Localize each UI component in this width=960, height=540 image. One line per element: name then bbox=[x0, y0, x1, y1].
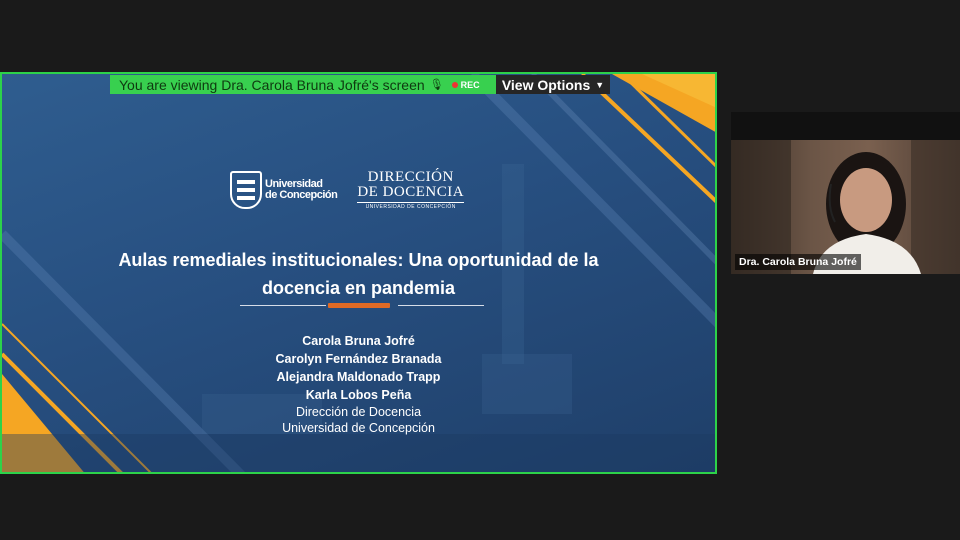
affiliation-line1: Dirección de Docencia bbox=[295, 405, 422, 419]
dd-logo-line2: DE DOCENCIA bbox=[357, 184, 465, 200]
udec-logo-line2: de Concepción bbox=[265, 189, 338, 201]
viewing-text: You are viewing Dra. Carola Bruna Jofré'… bbox=[119, 76, 425, 93]
slide-title: Aulas remediales institucionales: Una op… bbox=[2, 246, 715, 302]
chevron-down-icon: ▼ bbox=[595, 79, 605, 90]
rec-label: REC bbox=[460, 79, 480, 90]
author-name: Karla Lobos Peña bbox=[305, 388, 412, 402]
slide-authors: Carola Bruna Jofré Carolyn Fernández Bra… bbox=[2, 332, 715, 436]
affiliation-line2: Universidad de Concepción bbox=[282, 421, 435, 435]
udec-logo: Universidad de Concepción bbox=[230, 171, 338, 209]
direccion-docencia-logo: DIRECCIÓN DE DOCENCIA UNIVERSIDAD DE CON… bbox=[357, 169, 465, 210]
slide-logos: Universidad de Concepción DIRECCIÓN DE D… bbox=[230, 169, 465, 210]
author-name: Carola Bruna Jofré bbox=[302, 334, 415, 348]
shared-screen: You are viewing Dra. Carola Bruna Jofré'… bbox=[0, 72, 717, 474]
view-options-button[interactable]: View Options ▼ bbox=[496, 75, 610, 94]
dd-logo-line1: DIRECCIÓN bbox=[367, 169, 454, 185]
view-options-label: View Options bbox=[501, 76, 591, 93]
slide-title-line1: Aulas remediales institucionales: Una op… bbox=[118, 250, 599, 270]
shield-icon bbox=[230, 171, 262, 209]
mic-muted-icon: 🎙 bbox=[429, 79, 444, 91]
author-name: Alejandra Maldonado Trapp bbox=[276, 370, 441, 384]
participant-name-tag: Dra. Carola Bruna Jofré bbox=[735, 254, 861, 270]
title-divider bbox=[240, 303, 484, 309]
participant-video[interactable]: Dra. Carola Bruna Jofré bbox=[731, 112, 960, 274]
viewing-banner: You are viewing Dra. Carola Bruna Jofré'… bbox=[110, 75, 498, 94]
dd-logo-sub: UNIVERSIDAD DE CONCEPCIÓN bbox=[357, 202, 465, 210]
slide-title-line2: docencia en pandemia bbox=[261, 278, 456, 298]
recording-indicator: REC bbox=[451, 79, 480, 90]
author-name: Carolyn Fernández Branada bbox=[275, 352, 442, 366]
record-dot-icon bbox=[451, 81, 458, 88]
participant-avatar bbox=[731, 140, 960, 274]
